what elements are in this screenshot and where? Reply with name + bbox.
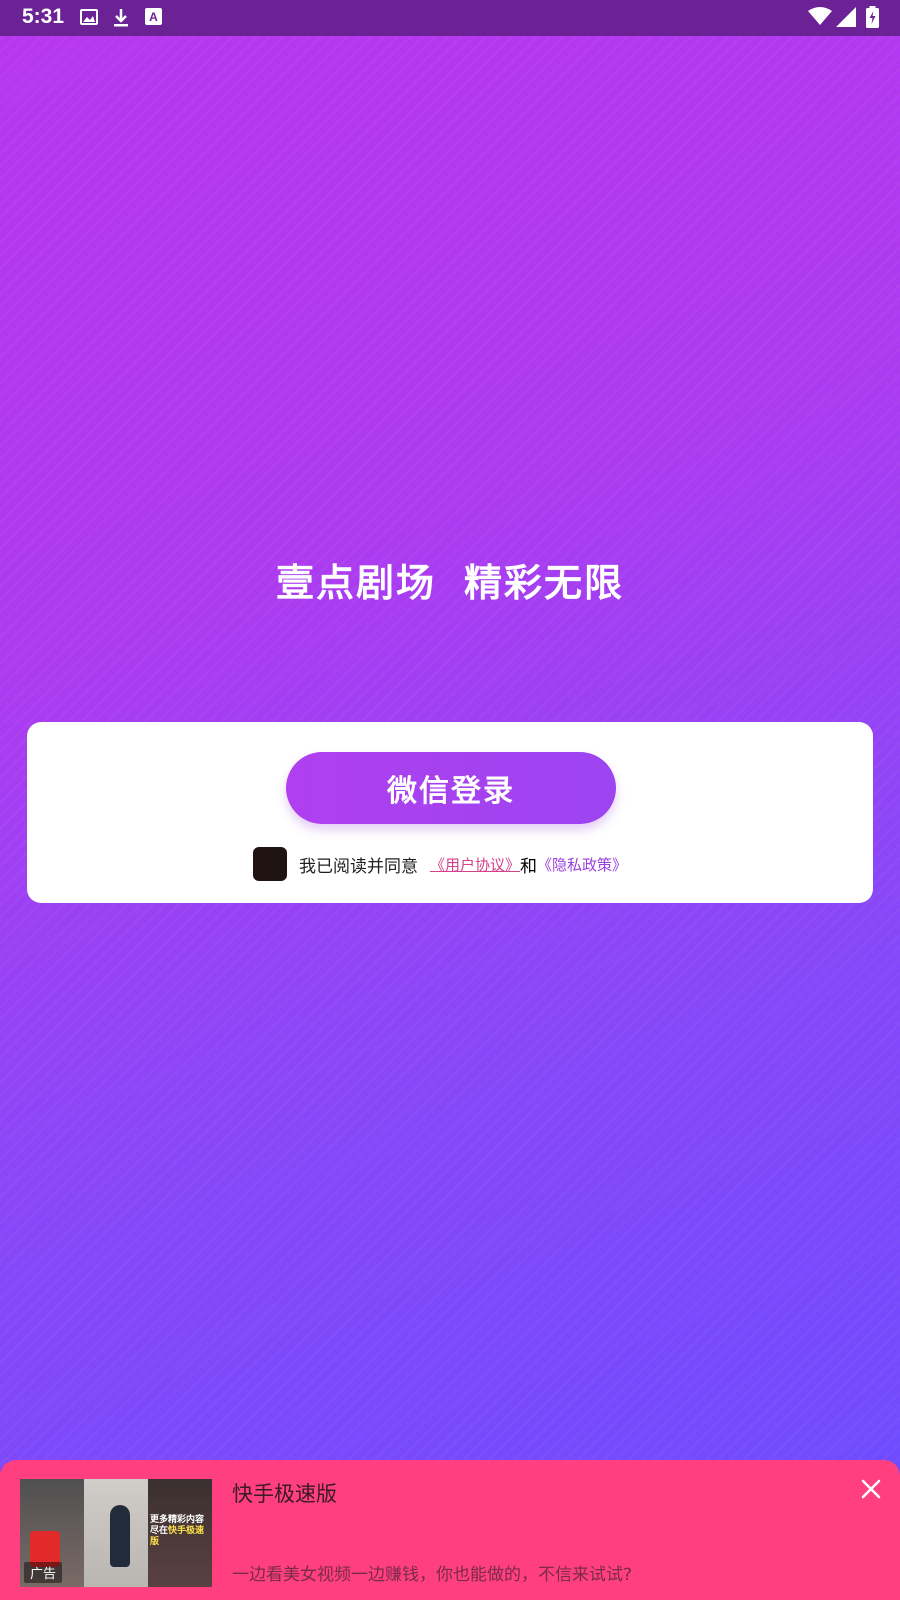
login-card: 微信登录 我已阅读并同意 《用户协议》 和 《隐私政策》 — [27, 722, 873, 903]
privacy-policy-link[interactable]: 《隐私政策》 — [537, 854, 627, 875]
agreement-row: 我已阅读并同意 《用户协议》 和 《隐私政策》 — [253, 847, 627, 881]
a-icon: A — [145, 8, 162, 25]
download-icon — [114, 9, 128, 27]
dancer-figure — [110, 1505, 130, 1567]
status-time: 5:31 — [22, 5, 65, 28]
svg-text:A: A — [149, 10, 158, 24]
and-text: 和 — [520, 856, 538, 877]
ad-thumbnail[interactable]: 更多精彩内容 尽在快手极速版 广告 — [20, 1479, 212, 1587]
tagline-part1: 壹点剧场 — [275, 561, 436, 605]
signal-icon — [836, 7, 856, 27]
status-bar: 5:31 A — [0, 0, 900, 36]
close-icon[interactable] — [860, 1478, 882, 1500]
wechat-login-button[interactable]: 微信登录 — [286, 752, 616, 824]
user-agreement-link[interactable]: 《用户协议》 — [430, 854, 520, 875]
ad-banner[interactable]: 更多精彩内容 尽在快手极速版 广告 快手极速版 一边看美女视频一边赚钱，你也能做… — [0, 1460, 900, 1600]
agreement-text: 我已阅读并同意 — [299, 856, 418, 877]
ad-thumb-promo-text: 更多精彩内容 尽在快手极速版 — [150, 1515, 210, 1548]
ad-title[interactable]: 快手极速版 — [232, 1478, 337, 1508]
battery-icon — [866, 6, 879, 28]
tagline-part2: 精彩无限 — [464, 561, 625, 605]
ad-label: 广告 — [24, 1562, 63, 1583]
ad-thumb-text-prefix: 尽在 — [150, 1526, 169, 1536]
agreement-checkbox[interactable] — [253, 847, 287, 881]
app-tagline: 壹点剧场 精彩无限 — [0, 552, 900, 607]
ad-thumb-text-line1: 更多精彩内容 — [150, 1515, 205, 1525]
wifi-icon — [808, 7, 832, 25]
ad-description: 一边看美女视频一边赚钱，你也能做的，不信来试试? — [232, 1565, 633, 1585]
image-icon — [80, 9, 98, 25]
